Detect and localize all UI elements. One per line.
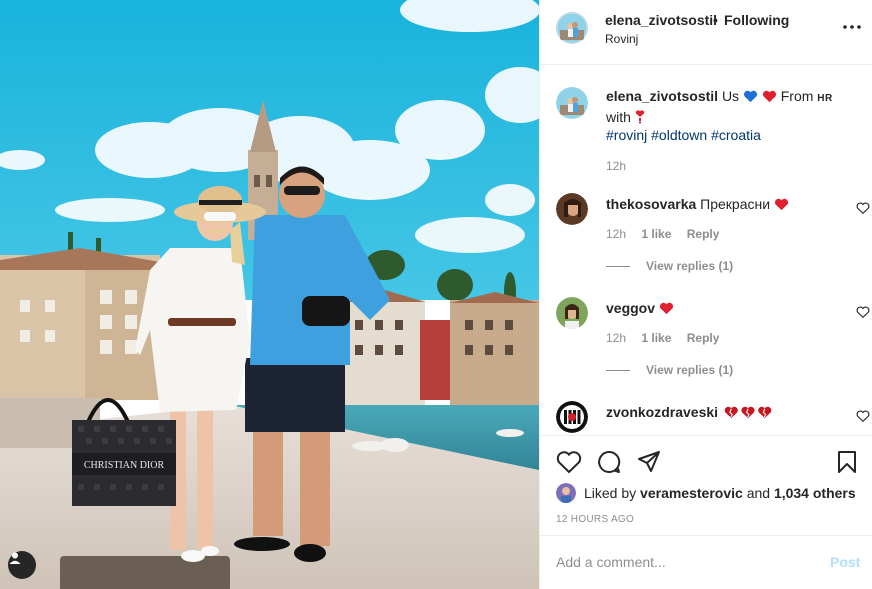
post-actions: Liked by veramesterovic and 1,034 others… [540, 435, 872, 535]
likes-count[interactable]: 1,034 others [774, 485, 856, 501]
post-timestamp[interactable]: 12 HOURS AGO [556, 514, 634, 525]
comment-meta: 12h 1 like Reply [606, 331, 731, 345]
share-icon[interactable] [636, 449, 662, 475]
exclamation-heart-icon [635, 110, 644, 124]
tagged-users-button[interactable] [8, 551, 36, 579]
comment-like-heart-icon[interactable] [856, 201, 870, 215]
hashtag-oldtown[interactable]: #oldtown [651, 127, 707, 143]
author-avatar-image [556, 12, 588, 44]
red-heart-icon [762, 90, 776, 103]
hashtag-rovinj[interactable]: #rovinj [606, 127, 647, 143]
caption-text: elena_zivotsostil Us From HR with #rovin… [606, 87, 851, 144]
comment-like-heart-icon[interactable] [856, 305, 870, 319]
liker-avatar-image [556, 483, 576, 503]
caption-text-3: with [606, 109, 631, 125]
comment-likes[interactable]: 1 like [641, 331, 671, 345]
author-username[interactable]: elena_zivotsostil [605, 12, 717, 28]
comment-text: Прекрасни [700, 196, 771, 212]
instagram-post: CHRISTIAN DIOR elena_zivotsostil • Follo… [0, 0, 872, 589]
reply-button[interactable]: Reply [687, 331, 720, 345]
add-comment-bar: Post [540, 535, 872, 589]
header-separator: • [713, 12, 718, 28]
liked-by-prefix: Liked by [584, 485, 637, 501]
post-photo[interactable]: CHRISTIAN DIOR [0, 0, 539, 589]
reply-button[interactable]: Reply [687, 227, 720, 241]
post-header: elena_zivotsostil • Following Rovinj [540, 0, 872, 65]
post-comment-button[interactable]: Post [830, 554, 860, 570]
replies-divider [606, 265, 630, 267]
comment-username[interactable]: zvonkozdraveski [606, 404, 718, 420]
comment-likes[interactable]: 1 like [641, 227, 671, 241]
caption-username[interactable]: elena_zivotsostil [606, 88, 718, 104]
view-replies-button[interactable]: View replies (1) [606, 363, 733, 377]
partizan-logo-icon [556, 401, 588, 433]
comment-username[interactable]: thekosovarka [606, 196, 696, 212]
red-heart-icon [774, 198, 788, 211]
caption-avatar-image [556, 87, 588, 119]
caption-time[interactable]: 12h [606, 159, 626, 173]
view-replies-label: View replies (1) [646, 259, 734, 273]
commenter-avatar-image [556, 193, 588, 225]
add-comment-input[interactable] [556, 550, 806, 574]
author-avatar[interactable] [556, 12, 588, 44]
liked-by-user[interactable]: veramesterovic [640, 485, 743, 501]
post-image: CHRISTIAN DIOR [0, 0, 539, 589]
caption-avatar[interactable] [556, 87, 588, 119]
replies-divider [606, 369, 630, 371]
broken-heart-icons [724, 406, 772, 419]
comment-like-heart-icon[interactable] [856, 409, 870, 423]
hashtag-croatia[interactable]: #croatia [711, 127, 761, 143]
view-replies-label: View replies (1) [646, 363, 734, 377]
view-replies-button[interactable]: View replies (1) [606, 259, 733, 273]
commenter-avatar[interactable] [556, 297, 588, 329]
commenter-avatar[interactable] [556, 401, 588, 433]
comment-line: zvonkozdraveski [606, 403, 774, 421]
caption-text-1: Us [721, 88, 740, 104]
comment-time[interactable]: 12h [606, 227, 626, 241]
red-heart-icon [659, 302, 673, 315]
commenter-avatar[interactable] [556, 193, 588, 225]
comment-line: thekosovarka Прекрасни [606, 195, 789, 213]
commenter-avatar-image [556, 297, 588, 329]
save-bookmark-icon[interactable] [834, 449, 860, 475]
comment-icon[interactable] [596, 449, 622, 475]
caption-text-2: From [780, 88, 814, 104]
following-button[interactable]: Following [724, 12, 789, 28]
comment-meta: 12h 1 like Reply [606, 227, 731, 241]
comments-list[interactable]: elena_zivotsostil Us From HR with #rovin… [540, 65, 872, 435]
more-options-icon[interactable] [841, 18, 863, 36]
liker-avatar[interactable] [556, 483, 576, 503]
person-icon [9, 552, 21, 564]
blue-heart-icon [743, 90, 757, 103]
post-side-panel: elena_zivotsostil • Following Rovinj ele… [539, 0, 872, 589]
comment-item: thekosovarka Прекрасни 12h 1 like Reply … [556, 193, 870, 283]
post-location[interactable]: Rovinj [605, 32, 638, 46]
comment-time[interactable]: 12h [606, 331, 626, 345]
comment-item: zvonkozdraveski [556, 401, 870, 435]
like-heart-icon[interactable] [556, 449, 582, 475]
liked-by-mid: and [746, 485, 771, 501]
comment-item: veggov 12h 1 like Reply View replies (1) [556, 297, 870, 387]
comment-line: veggov [606, 299, 674, 317]
liked-by: Liked by veramesterovic and 1,034 others [556, 483, 856, 503]
croatia-flag-icon: HR [817, 93, 833, 104]
bag-logo-text: CHRISTIAN DIOR [84, 460, 165, 471]
comment-username[interactable]: veggov [606, 300, 655, 316]
